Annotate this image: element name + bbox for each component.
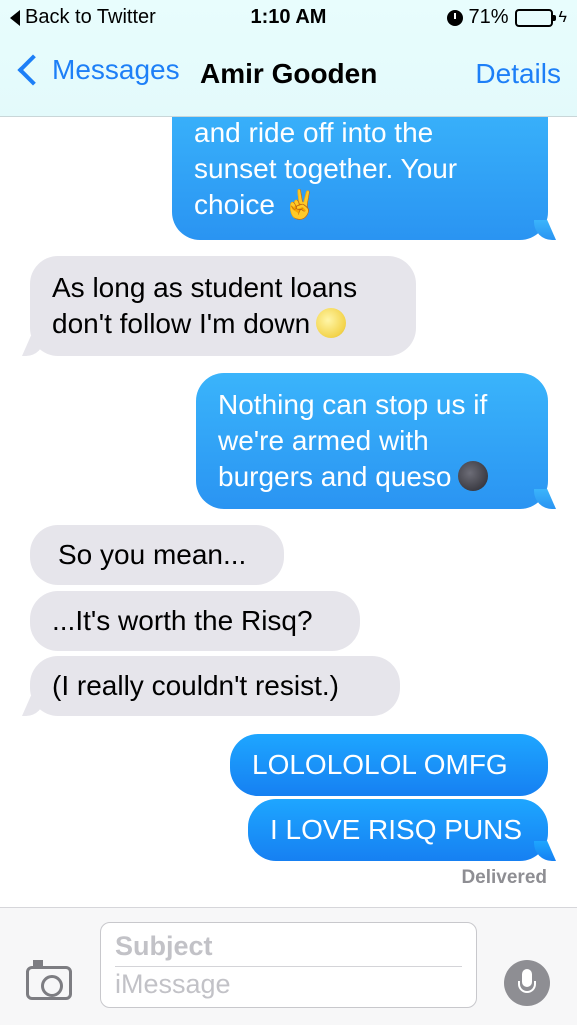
subject-input[interactable]: Subject xyxy=(115,931,213,962)
incoming-message[interactable]: ...It's worth the Risq? xyxy=(30,591,360,651)
message-line: don't follow I'm down xyxy=(52,306,394,342)
delivered-status: Delivered xyxy=(461,867,547,888)
full-moon-face-icon xyxy=(316,308,347,338)
message-text: So you mean... xyxy=(58,539,247,570)
compose-bar: Subject iMessage xyxy=(0,907,577,1025)
message-line: we're armed with xyxy=(218,425,429,456)
message-line: sunset together. Your xyxy=(194,153,458,184)
outgoing-message[interactable]: I LOVE RISQ PUNS xyxy=(248,799,548,861)
status-right: 71% ϟ xyxy=(446,6,567,29)
message-line-text: don't follow I'm down xyxy=(52,308,311,339)
incoming-message[interactable]: As long as student loans don't follow I'… xyxy=(30,256,416,356)
message-text: ...It's worth the Risq? xyxy=(52,605,313,636)
compose-field[interactable]: Subject iMessage xyxy=(100,922,477,1008)
message-thread[interactable]: and ride off into the sunset together. Y… xyxy=(0,117,577,907)
messages-back-button[interactable]: Messages xyxy=(12,54,180,86)
charging-bolt-icon: ϟ xyxy=(558,8,567,26)
camera-icon[interactable] xyxy=(26,960,72,1000)
nav-bar: Messages Amir Gooden Details xyxy=(0,40,577,116)
message-input[interactable]: iMessage xyxy=(115,969,231,1000)
status-bar: Back to Twitter 1:10 AM 71% ϟ xyxy=(0,0,577,36)
incoming-message[interactable]: So you mean... xyxy=(30,525,284,585)
outgoing-message[interactable]: LOLOLOLOL OMFG xyxy=(230,734,548,796)
top-bar: Back to Twitter 1:10 AM 71% ϟ Messages A… xyxy=(0,0,577,117)
contact-name: Amir Gooden xyxy=(200,58,378,89)
messages-back-label: Messages xyxy=(52,54,180,85)
outgoing-message[interactable]: and ride off into the sunset together. Y… xyxy=(172,117,548,240)
message-line: burgers and queso xyxy=(218,459,526,495)
outgoing-message[interactable]: Nothing can stop us if we're armed with … xyxy=(196,373,548,509)
battery-icon xyxy=(514,8,556,27)
message-text: (I really couldn't resist.) xyxy=(52,670,339,701)
message-line: choice ✌️ xyxy=(194,189,318,220)
message-line: As long as student loans xyxy=(52,272,358,303)
details-button[interactable]: Details xyxy=(475,58,561,90)
message-text: I LOVE RISQ PUNS xyxy=(270,814,523,845)
battery-percent: 71% xyxy=(468,6,509,28)
microphone-icon[interactable] xyxy=(504,960,550,1006)
incoming-message[interactable]: (I really couldn't resist.) xyxy=(30,656,400,716)
message-line: Nothing can stop us if xyxy=(218,389,488,420)
chevron-left-icon xyxy=(17,54,49,86)
alarm-icon xyxy=(446,9,463,26)
message-text: LOLOLOLOL OMFG xyxy=(252,749,508,780)
field-divider xyxy=(115,966,462,967)
message-line-text: burgers and queso xyxy=(218,461,452,492)
message-line: and ride off into the xyxy=(194,117,434,148)
new-moon-face-icon xyxy=(457,461,488,491)
